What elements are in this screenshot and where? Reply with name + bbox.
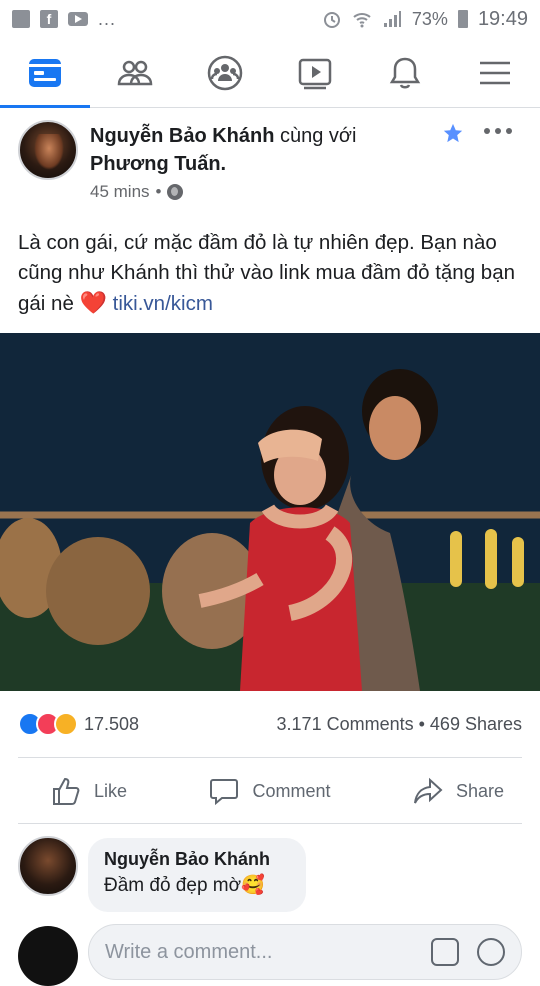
post-photo[interactable] [0,333,540,691]
commenter-name[interactable]: Nguyễn Bảo Khánh [104,846,290,872]
like-label: Like [94,780,128,801]
news-feed-icon [29,58,61,87]
divider [18,823,522,824]
post-header: Nguyễn Bảo Khánh cùng với Phương Tuấn. 4… [18,118,522,208]
clock: 19:49 [477,7,528,30]
status-overflow: ... [98,8,117,29]
tab-watch[interactable] [280,38,350,108]
reaction-summary[interactable]: 17.508 [18,712,139,736]
current-user-avatar [18,926,78,986]
comment-text: Đầm đỏ đẹp mờ🥰 [104,875,265,896]
hamburger-menu-icon [480,61,510,84]
comment-button[interactable]: Comment [208,775,331,807]
battery-percent: 73% [411,8,448,29]
comment-input-placeholder: Write a comment... [105,940,273,963]
comment-item: Nguyễn Bảo Khánh Đầm đỏ đẹp mờ🥰 [18,836,522,916]
counts-separator: • [413,713,430,734]
tab-news-feed[interactable] [0,38,90,108]
comment-label: Comment [252,780,331,801]
post-actions: Like Comment Share [18,760,522,822]
wifi-icon [353,13,371,28]
thumbs-up-icon [53,777,80,805]
bell-icon [389,57,421,88]
emoji-icon[interactable] [477,938,505,966]
haha-reaction-icon [54,712,78,736]
share-count[interactable]: 469 Shares [430,714,522,734]
post-meta: 45 mins • [90,182,184,202]
share-label: Share [455,780,504,801]
commenter-avatar[interactable] [18,836,78,896]
post-link[interactable]: tiki.vn/kicm [113,292,213,315]
author-name[interactable]: Nguyễn Bảo Khánh [90,125,274,147]
like-button[interactable]: Like [50,775,127,807]
photo-illustration [0,333,540,691]
reaction-count: 17.508 [84,713,140,734]
alarm-icon [323,12,340,28]
comment-bubble-icon [210,779,239,806]
tab-groups[interactable] [190,38,260,108]
share-arrow-icon [413,777,443,804]
comment-input[interactable]: Write a comment... [88,924,522,980]
friends-icon [117,60,153,85]
meta-separator: • [155,182,162,201]
tab-menu[interactable] [460,38,530,108]
with-text: cùng với [274,125,357,147]
status-left: f ... [12,9,116,30]
status-right: 73% 19:49 [322,8,528,31]
facebook-icon: f [40,10,58,28]
status-bar: f ... 73% 19:49 [0,0,540,38]
reactions-bar: 17.508 3.171 Comments • 469 Shares [18,706,522,742]
tab-notifications[interactable] [370,38,440,108]
tab-friends[interactable] [100,38,170,108]
divider [18,757,522,758]
post-time[interactable]: 45 mins [90,182,150,202]
write-comment-row: Write a comment... [18,922,522,986]
post-text: Là con gái, cứ mặc đầm đỏ là tự nhiên đẹ… [18,228,524,319]
globe-icon [167,184,184,200]
author-line: Nguyễn Bảo Khánh cùng với Phương Tuấn. [90,122,430,178]
more-options-icon[interactable] [484,126,512,136]
groups-icon [207,55,243,90]
comment-count[interactable]: 3.171 Comments [277,714,414,734]
camera-icon[interactable] [431,938,459,966]
top-navigation [0,38,540,108]
engagement-counts: 3.171 Comments • 469 Shares [277,714,522,735]
author-avatar[interactable] [18,120,78,180]
notification-icon [12,10,30,28]
watch-icon [298,58,332,89]
battery-icon [457,10,468,28]
comment-bubble[interactable]: Nguyễn Bảo Khánh Đầm đỏ đẹp mờ🥰 [88,838,306,912]
share-button[interactable]: Share [412,775,504,807]
star-icon[interactable] [442,122,464,144]
signal-icon [383,11,401,27]
comment-input-icons [431,938,505,966]
youtube-icon [68,12,88,26]
heart-emoji: ❤️ [79,290,107,315]
tagged-person[interactable]: Phương Tuấn. [90,153,226,175]
